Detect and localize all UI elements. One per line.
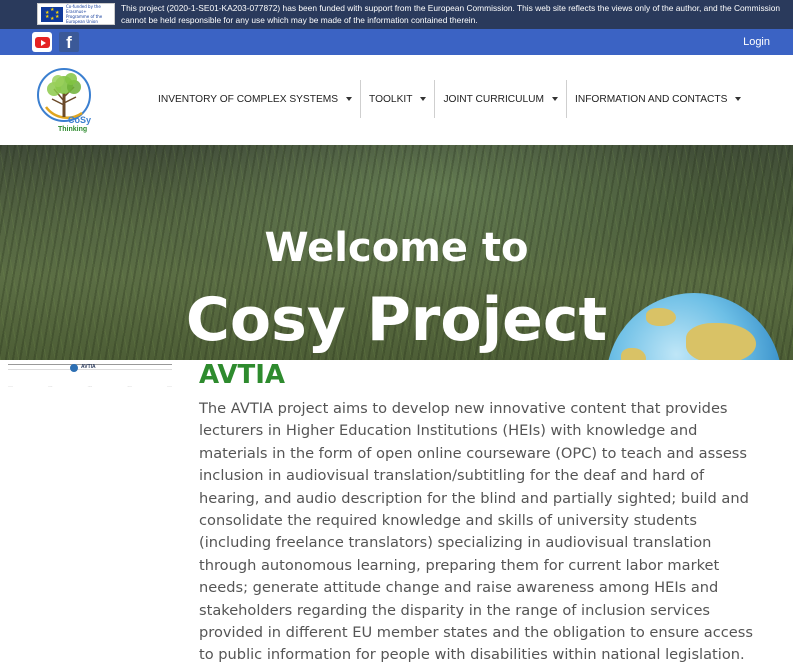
nav-item-joint-curriculum[interactable]: JOINT CURRICULUM — [435, 80, 566, 118]
logo-text-thinking: Thinking — [58, 126, 87, 133]
eu-flag-icon: ★ ★ ★ ★ ★ ★ — [41, 6, 63, 22]
hero-title-project: Cosy Project — [185, 285, 608, 355]
thumbnail-menu: ····· ····· ····· ····· ····· — [8, 384, 172, 388]
nav-item-inventory[interactable]: INVENTORY OF COMPLEX SYSTEMS — [150, 80, 360, 118]
caret-down-icon — [552, 97, 558, 101]
project-thumbnail[interactable]: AVTIA ····· ····· ····· ····· ····· — [8, 364, 172, 388]
project-description: The AVTIA project aims to develop new in… — [199, 400, 753, 664]
login-link[interactable]: Login — [743, 36, 770, 48]
hero-banner: Welcome to Cosy Project — [0, 145, 793, 360]
main-navbar: CoSy Thinking INVENTORY OF COMPLEX SYSTE… — [0, 55, 793, 145]
nav-item-label: JOINT CURRICULUM — [443, 93, 544, 105]
nav-item-label: INVENTORY OF COMPLEX SYSTEMS — [158, 93, 339, 105]
social-bar: f Login — [0, 29, 793, 55]
caret-down-icon — [346, 97, 353, 101]
nav-item-label: TOOLKIT — [369, 93, 413, 105]
nav-item-toolkit[interactable]: TOOLKIT — [361, 80, 434, 118]
nav-item-information-contacts[interactable]: INFORMATION AND CONTACTS — [567, 80, 749, 118]
nav-menu: INVENTORY OF COMPLEX SYSTEMS TOOLKIT JOI… — [150, 80, 749, 118]
hero-title-welcome: Welcome to — [264, 225, 529, 271]
funding-disclaimer: This project (2020-1-SE01-KA203-077872) … — [121, 3, 781, 25]
youtube-icon[interactable] — [32, 32, 52, 52]
funding-notice-bar: ★ ★ ★ ★ ★ ★ Co-funded by the Erasmus+ Pr… — [0, 0, 793, 29]
caret-down-icon — [735, 97, 742, 101]
project-heading: AVTIA — [199, 360, 286, 390]
project-section: AVTIA ····· ····· ····· ····· ····· AVTIA Th… — [0, 360, 793, 663]
nav-item-label: INFORMATION AND CONTACTS — [575, 93, 728, 105]
cosy-thinking-logo[interactable]: CoSy Thinking — [34, 67, 98, 133]
facebook-icon[interactable]: f — [59, 32, 79, 52]
thumbnail-logo: AVTIA — [70, 364, 110, 372]
logo-text-cosy: CoSy — [68, 115, 91, 125]
caret-down-icon — [420, 97, 427, 101]
erasmus-logo: ★ ★ ★ ★ ★ ★ Co-funded by the Erasmus+ Pr… — [37, 3, 115, 25]
erasmus-logo-text: Co-funded by the Erasmus+ Programme of t… — [66, 4, 103, 24]
